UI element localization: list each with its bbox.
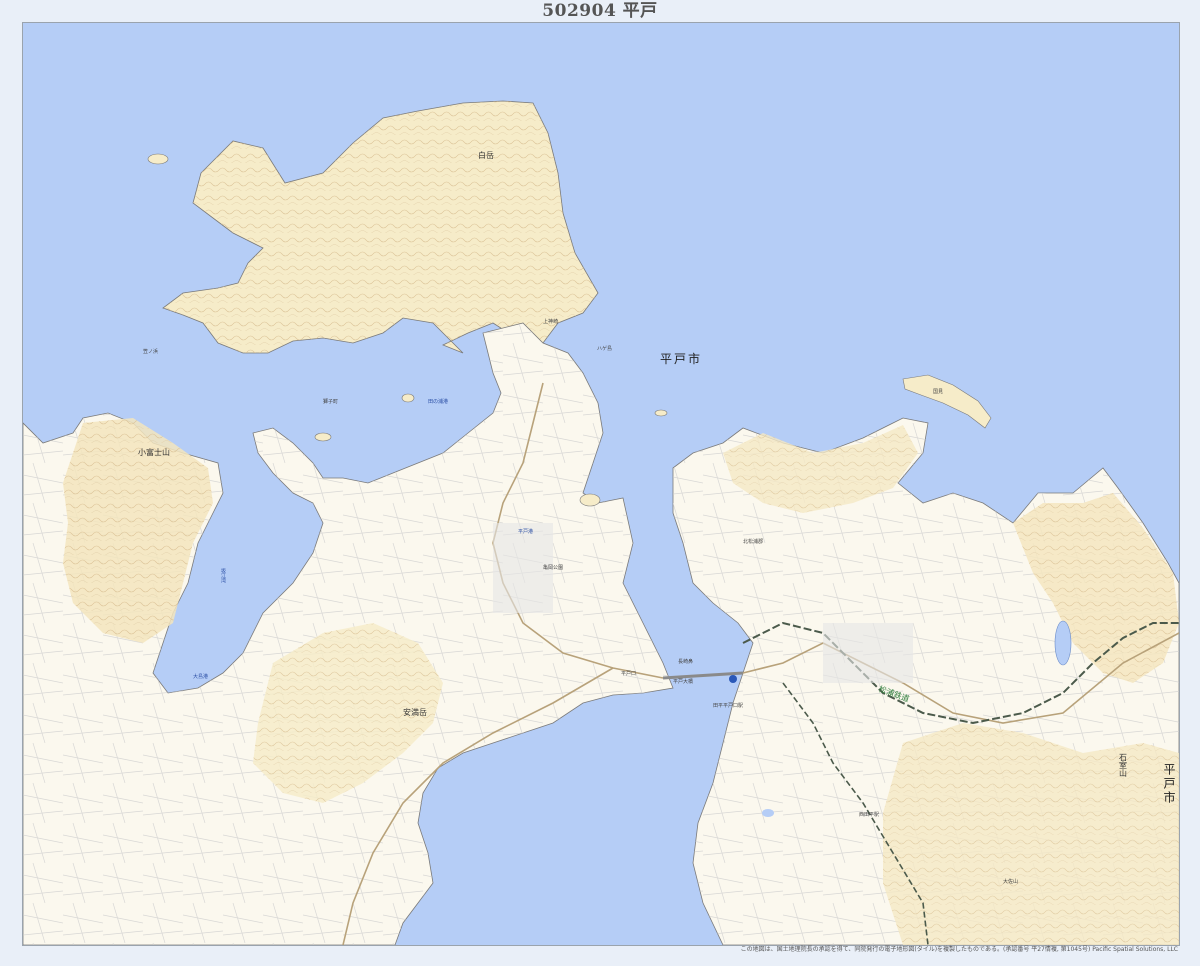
label-hiradokou: 平戸港: [518, 528, 533, 535]
label-hiradohashi: 平戸大橋: [673, 678, 693, 685]
tabira-town: [823, 623, 913, 683]
label-tabira-kita: 北松浦郡: [743, 538, 763, 545]
label-shishi: 獅子町: [323, 398, 338, 405]
label-shiroi: 白岳: [478, 150, 494, 160]
city-label-edge: 平戸市: [1162, 763, 1176, 805]
islet-nw: [147, 153, 169, 165]
label-kouzan: 石室山: [1119, 753, 1128, 778]
label-nishitabira: 西田平駅: [859, 812, 879, 818]
label-kunimi: 国見: [933, 389, 943, 395]
topographic-map: 平戸市 平戸市 白岳 小富士山 安満岳 石室山 大佐山 平戸大橋 平戸口 田平平…: [23, 23, 1179, 945]
label-hirado-castle: 亀岡公園: [543, 564, 563, 571]
map-sheet: 502904 平戸 平戸市 平戸市 白岳 小富士山 安満岳 石室山 大佐山 平戸…: [0, 0, 1200, 966]
label-hagishima: ハゲ島: [597, 345, 612, 352]
islet-small: [401, 393, 415, 403]
label-kaminojima: 上神崎: [543, 318, 558, 325]
label-hiradoguchi: 平戸口: [621, 671, 636, 677]
pond-east: [1054, 620, 1072, 666]
islet-center: [654, 409, 668, 417]
label-sakagawa: 坂江湾: [220, 567, 226, 584]
label-nagasaki-nose: 長崎鼻: [678, 658, 693, 665]
islet-oshima: [314, 432, 332, 442]
city-label-main: 平戸市: [660, 351, 702, 366]
label-tanoura: 田の浦港: [428, 398, 448, 405]
label-kofujisan: 小富士山: [138, 447, 170, 457]
map-credit: この地図は、国土地理院長の承認を得て、同院発行の電子地形図(タイル)を複製したも…: [740, 946, 1178, 953]
label-osayama: 大佐山: [1003, 878, 1018, 885]
route-marker: [729, 675, 737, 683]
label-oshima-port: 大島港: [193, 673, 208, 680]
islet-harbor: [579, 493, 601, 507]
sheet-title: 502904 平戸: [542, 1, 658, 21]
pond-south: [762, 809, 774, 817]
label-tabirahiradoguchi: 田平平戸口駅: [713, 703, 743, 709]
label-yasumandake: 安満岳: [403, 707, 427, 717]
map-frame: 平戸市 平戸市 白岳 小富士山 安満岳 石室山 大佐山 平戸大橋 平戸口 田平平…: [22, 22, 1180, 946]
label-kasahama: 笠ノ浜: [143, 348, 158, 355]
